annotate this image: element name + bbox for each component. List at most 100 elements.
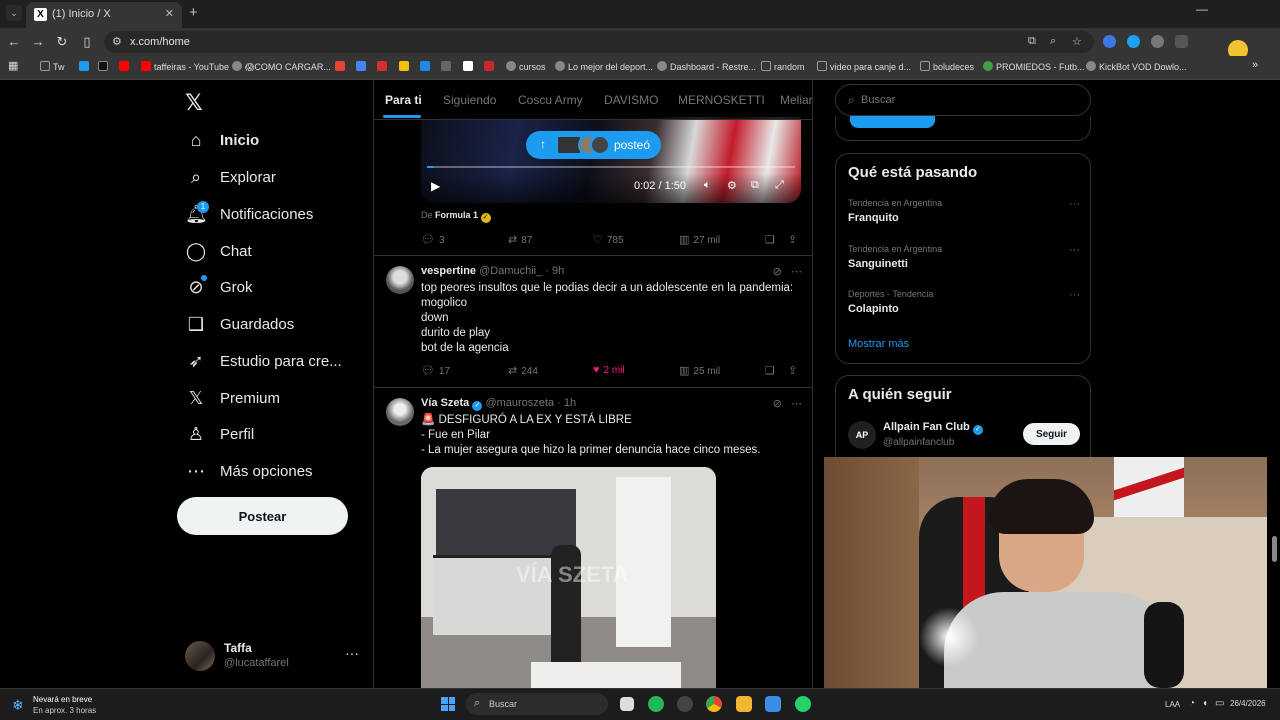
extensions-puzzle-icon[interactable] bbox=[1175, 35, 1188, 48]
store-icon[interactable] bbox=[765, 696, 781, 712]
wifi-icon[interactable]: ◔ bbox=[1189, 698, 1195, 709]
views-button[interactable]: ▥ 27 mil bbox=[679, 233, 720, 246]
post-button[interactable]: Postear bbox=[177, 497, 348, 535]
bookmark-item[interactable] bbox=[441, 61, 454, 72]
avatar[interactable]: AP bbox=[848, 421, 876, 449]
battery-icon[interactable]: ▭ bbox=[1215, 698, 1224, 709]
more-options-icon[interactable]: ··· bbox=[1069, 198, 1080, 210]
new-posts-pill[interactable]: ↑ posteó bbox=[526, 131, 661, 159]
reload-icon[interactable]: ↻ bbox=[54, 34, 70, 50]
video-player[interactable]: ▶ 0:02 / 1:50 🔈︎ ⚙ ⧉ ⤢ bbox=[421, 117, 801, 203]
extension-grey-icon[interactable] bbox=[1151, 35, 1164, 48]
bookmark-item[interactable] bbox=[399, 61, 412, 72]
author-handle[interactable]: @mauroszeta bbox=[485, 397, 554, 409]
bookmark-item[interactable]: Tw bbox=[40, 61, 65, 72]
tweet-video-thumbnail[interactable]: VÍA SZETA bbox=[421, 467, 716, 688]
more-options-icon[interactable]: ⋯ bbox=[791, 398, 802, 410]
bookmark-star-icon[interactable]: ☆ bbox=[1072, 35, 1082, 48]
extension-blue-icon[interactable] bbox=[1127, 35, 1140, 48]
from-name[interactable]: Formula 1 bbox=[435, 210, 478, 220]
author-handle[interactable]: @Damuchii_ bbox=[479, 265, 542, 277]
back-arrow-icon[interactable]: ← bbox=[6, 34, 22, 49]
trend-item[interactable]: Deportes · Tendencia Colapinto ··· bbox=[848, 289, 1080, 325]
bookmark-item[interactable]: Lo mejor del deport... bbox=[555, 61, 653, 72]
bookmark-item[interactable] bbox=[463, 61, 476, 72]
task-view-icon[interactable] bbox=[620, 697, 634, 711]
follow-suggestion[interactable]: AP Allpain Fan Club ✓ @allpainfanclub Se… bbox=[848, 419, 1080, 453]
tweet[interactable]: vespertine @Damuchii_ · 9h ⊘ ⋯ top peore… bbox=[374, 255, 812, 387]
bookmark-item[interactable]: cursos bbox=[506, 61, 546, 72]
spotify-icon[interactable] bbox=[648, 696, 664, 712]
extension-translate-icon[interactable] bbox=[1103, 35, 1116, 48]
more-options-icon[interactable]: ··· bbox=[1069, 289, 1080, 301]
nav-item-explorar[interactable]: ⌕ Explorar bbox=[185, 164, 365, 194]
install-app-icon[interactable]: ⧉ bbox=[1028, 35, 1036, 48]
more-options-icon[interactable]: ⋯ bbox=[791, 266, 802, 278]
bookmark-item[interactable]: video para canje d... bbox=[817, 61, 911, 72]
volume-icon[interactable]: 🔈︎ bbox=[704, 179, 711, 192]
volume-icon[interactable]: ◖ bbox=[1202, 698, 1208, 709]
site-info-icon[interactable]: ⚙ bbox=[112, 35, 122, 48]
tab-search-button[interactable]: ⌄ bbox=[6, 5, 22, 21]
new-tab-button[interactable]: + bbox=[189, 4, 198, 21]
bookmark-item[interactable]: boludeces bbox=[920, 61, 974, 72]
browser-tab[interactable]: X (1) Inicio / X ✕ bbox=[26, 2, 182, 28]
tab-coscu-army[interactable]: Coscu Army bbox=[518, 93, 583, 107]
nav-item-premium[interactable]: 𝕏 Premium bbox=[185, 385, 365, 415]
snow-icon[interactable]: ❄ bbox=[12, 697, 24, 714]
trend-item[interactable]: Tendencia en Argentina Franquito ··· bbox=[848, 198, 1080, 234]
nav-item-inicio[interactable]: ⌂ Inicio bbox=[185, 127, 365, 157]
taskbar-search[interactable]: ⌕ Buscar bbox=[466, 693, 608, 715]
reply-button[interactable]: 💬︎ 3 bbox=[421, 233, 445, 246]
nav-item-guardados[interactable]: ❑ Guardados bbox=[185, 311, 365, 341]
keyboard-language[interactable]: LAA bbox=[1165, 700, 1180, 709]
video-progress-bar[interactable] bbox=[427, 166, 795, 168]
repost-button[interactable]: ⇄ 87 bbox=[508, 233, 532, 246]
bookmark-item[interactable]: KickBot VOD Dowlo... bbox=[1086, 61, 1187, 72]
bookmark-item[interactable] bbox=[420, 61, 433, 72]
share-button[interactable]: ⇪ bbox=[788, 364, 801, 377]
nav-item-grok[interactable]: ⊘ Grok bbox=[185, 274, 365, 304]
weather-title[interactable]: Nevará en breve bbox=[33, 695, 92, 704]
bookmark-item[interactable] bbox=[356, 61, 369, 72]
more-options-icon[interactable]: ··· bbox=[1069, 244, 1080, 256]
bookmark-item[interactable]: 😱COMO CARGAR... bbox=[232, 61, 331, 73]
avatar[interactable] bbox=[386, 266, 414, 294]
zoom-icon[interactable]: ⌕ bbox=[1050, 35, 1056, 48]
share-button[interactable]: ⇪ bbox=[788, 233, 801, 246]
author-name[interactable]: vespertine bbox=[421, 265, 476, 277]
bookmark-button[interactable]: ❑ bbox=[765, 233, 779, 246]
nav-item-perfil[interactable]: ♙ Perfil bbox=[185, 421, 365, 451]
tweet-time[interactable]: · 1h bbox=[557, 397, 576, 409]
tab-mernosketti[interactable]: MERNOSKETTI bbox=[678, 93, 765, 107]
settings-gear-icon[interactable]: ⚙ bbox=[727, 179, 737, 192]
forward-arrow-icon[interactable]: → bbox=[30, 34, 46, 49]
repost-button[interactable]: ⇄ 244 bbox=[508, 364, 538, 377]
nav-item-notificaciones[interactable]: 🔔︎ 1 Notificaciones bbox=[185, 201, 365, 231]
like-button[interactable]: ♡ 785 bbox=[593, 233, 624, 246]
premium-subscribe-button[interactable] bbox=[850, 116, 935, 128]
avatar[interactable] bbox=[386, 398, 414, 426]
file-explorer-icon[interactable] bbox=[736, 696, 752, 712]
bookmark-item[interactable] bbox=[335, 61, 348, 72]
search-input[interactable]: ⌕ Buscar bbox=[835, 84, 1091, 116]
taskbar-date[interactable]: 26/4/2026 bbox=[1230, 699, 1266, 708]
like-button[interactable]: ♥ 2 mil bbox=[593, 364, 625, 376]
bookmark-item[interactable] bbox=[377, 61, 390, 72]
tab-para-ti[interactable]: Para ti bbox=[385, 93, 422, 107]
bookmark-button[interactable]: ❑ bbox=[765, 364, 779, 377]
apps-grid-icon[interactable]: ▦ bbox=[8, 59, 18, 72]
play-icon[interactable]: ▶ bbox=[431, 179, 440, 193]
tab-siguiendo[interactable]: Siguiendo bbox=[443, 93, 496, 107]
reply-button[interactable]: 💬︎ 17 bbox=[421, 364, 450, 377]
bookmark-item[interactable] bbox=[79, 61, 92, 72]
page-scrollbar[interactable] bbox=[1272, 536, 1277, 562]
tweet[interactable]: Vía Szeta ✓ @mauroszeta · 1h ⊘ ⋯ 🚨 DESFI… bbox=[374, 387, 812, 688]
address-url[interactable]: x.com/home bbox=[130, 36, 190, 48]
views-button[interactable]: ▥ 25 mil bbox=[679, 364, 720, 377]
bookmark-item[interactable]: random bbox=[761, 61, 805, 72]
author-name[interactable]: Vía Szeta bbox=[421, 397, 469, 409]
nav-item-mas-opciones[interactable]: ⋯ Más opciones bbox=[185, 458, 365, 488]
show-more-link[interactable]: Mostrar más bbox=[848, 338, 909, 350]
account-switcher[interactable]: Taffa @lucataffarel ··· bbox=[185, 640, 365, 676]
